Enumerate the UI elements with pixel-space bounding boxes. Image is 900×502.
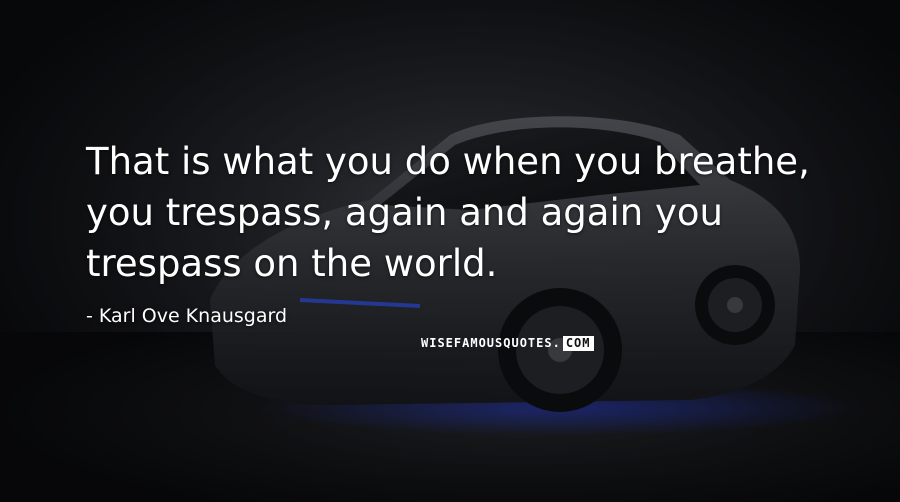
- quote-line: trespass on the world.: [86, 242, 498, 285]
- quote-line: That is what you do when you breathe,: [86, 140, 810, 183]
- watermark-box: COM: [562, 336, 594, 351]
- author-name: Karl Ove Knausgard: [98, 305, 288, 327]
- quote-author: - Karl Ove Knausgard: [86, 305, 287, 327]
- quote-text: That is what you do when you breathe, yo…: [86, 136, 846, 289]
- quote-card: That is what you do when you breathe, yo…: [0, 0, 900, 502]
- watermark-main: WISEFAMOUSQUOTES.: [421, 336, 561, 350]
- quote-line: you trespass, again and again you: [86, 191, 723, 234]
- site-watermark: WISEFAMOUSQUOTES. COM: [421, 336, 594, 351]
- author-dash: -: [86, 305, 93, 327]
